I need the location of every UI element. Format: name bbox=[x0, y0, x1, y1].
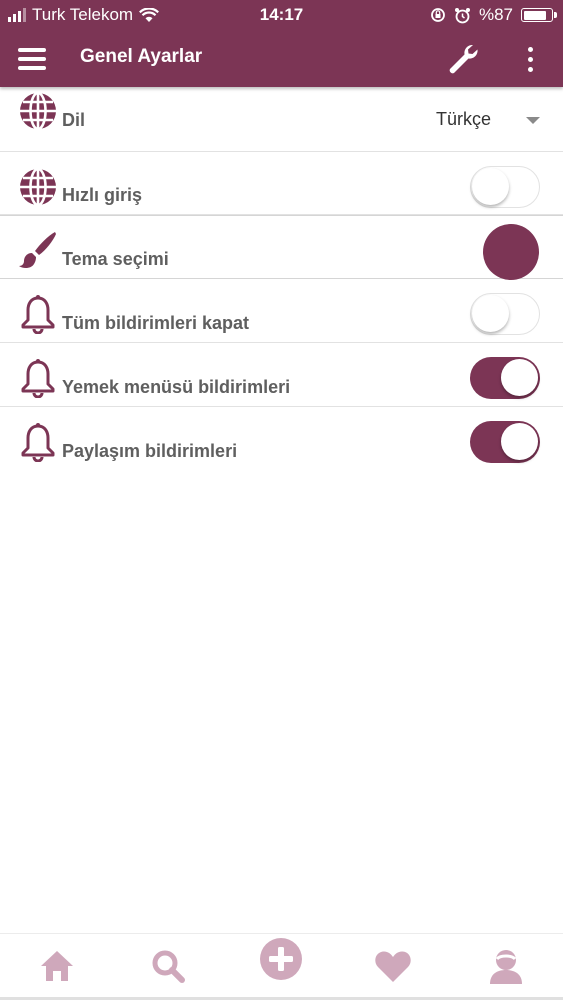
search-icon bbox=[152, 950, 185, 983]
more-options-button[interactable] bbox=[515, 41, 545, 77]
nav-home[interactable] bbox=[35, 944, 79, 988]
setting-row-language[interactable]: Dil Türkçe bbox=[0, 87, 563, 152]
food-menu-toggle[interactable] bbox=[470, 357, 540, 399]
menu-icon-bar bbox=[18, 66, 46, 70]
add-circle-icon bbox=[260, 938, 302, 980]
globe-icon bbox=[20, 167, 56, 207]
language-select-value[interactable]: Türkçe bbox=[436, 109, 491, 130]
header: Turk Telekom 14:17 %87 Genel Ayarlar bbox=[0, 0, 563, 87]
bell-icon bbox=[21, 423, 55, 462]
rotation-lock-icon bbox=[431, 8, 445, 22]
setting-label-mute-all: Tüm bildirimleri kapat bbox=[62, 313, 250, 333]
quick-login-toggle[interactable] bbox=[470, 166, 540, 208]
setting-row-quick-login: Hızlı giriş bbox=[0, 152, 563, 215]
toggle-knob bbox=[501, 359, 538, 396]
setting-row-food-menu: Yemek menüsü bildirimleri bbox=[0, 343, 563, 407]
nav-search[interactable] bbox=[146, 944, 190, 988]
home-icon bbox=[41, 951, 73, 981]
theme-color-swatch[interactable] bbox=[483, 224, 539, 280]
page-title: Genel Ayarlar bbox=[80, 46, 203, 67]
toggle-knob bbox=[472, 295, 509, 332]
more-vert-icon-dot bbox=[527, 46, 533, 52]
menu-icon-bar bbox=[18, 48, 46, 52]
share-toggle[interactable] bbox=[470, 421, 540, 463]
nav-add[interactable] bbox=[259, 937, 303, 981]
setting-label-food-menu: Yemek menüsü bildirimleri bbox=[62, 377, 291, 397]
toggle-knob bbox=[472, 168, 509, 205]
bottom-navigation bbox=[0, 933, 563, 1000]
setting-label-theme: Tema seçimi bbox=[62, 249, 169, 269]
setting-row-theme[interactable]: Tema seçimi bbox=[0, 215, 563, 280]
menu-button[interactable] bbox=[14, 42, 50, 76]
menu-icon-bar bbox=[18, 57, 46, 61]
battery-percent: %87 bbox=[478, 5, 513, 24]
bell-icon bbox=[21, 359, 55, 398]
wrench-icon bbox=[449, 44, 478, 74]
profile-icon bbox=[490, 950, 522, 984]
nav-profile[interactable] bbox=[484, 944, 528, 988]
more-vert-icon-dot bbox=[527, 56, 533, 62]
bell-icon bbox=[21, 295, 55, 334]
app-bar: Genel Ayarlar bbox=[0, 30, 563, 87]
status-right: %87 bbox=[430, 5, 557, 25]
chevron-down-icon[interactable] bbox=[526, 117, 540, 124]
mute-all-toggle[interactable] bbox=[470, 293, 540, 335]
setting-row-mute-all: Tüm bildirimleri kapat bbox=[0, 279, 563, 343]
setting-label-language: Dil bbox=[62, 110, 86, 130]
alarm-icon bbox=[454, 7, 470, 23]
paint-brush-icon bbox=[19, 232, 56, 269]
status-bar: Turk Telekom 14:17 %87 bbox=[0, 0, 563, 30]
battery-icon bbox=[521, 8, 557, 22]
toggle-knob bbox=[501, 423, 538, 460]
setting-label-share: Paylaşım bildirimleri bbox=[62, 441, 238, 461]
setting-row-share: Paylaşım bildirimleri bbox=[0, 407, 563, 471]
heart-icon bbox=[375, 951, 411, 982]
setting-label-quick-login: Hızlı giriş bbox=[62, 185, 143, 205]
nav-favorites[interactable] bbox=[371, 944, 415, 988]
more-vert-icon-dot bbox=[527, 66, 533, 72]
globe-icon bbox=[20, 91, 56, 131]
wrench-button[interactable] bbox=[445, 41, 481, 77]
